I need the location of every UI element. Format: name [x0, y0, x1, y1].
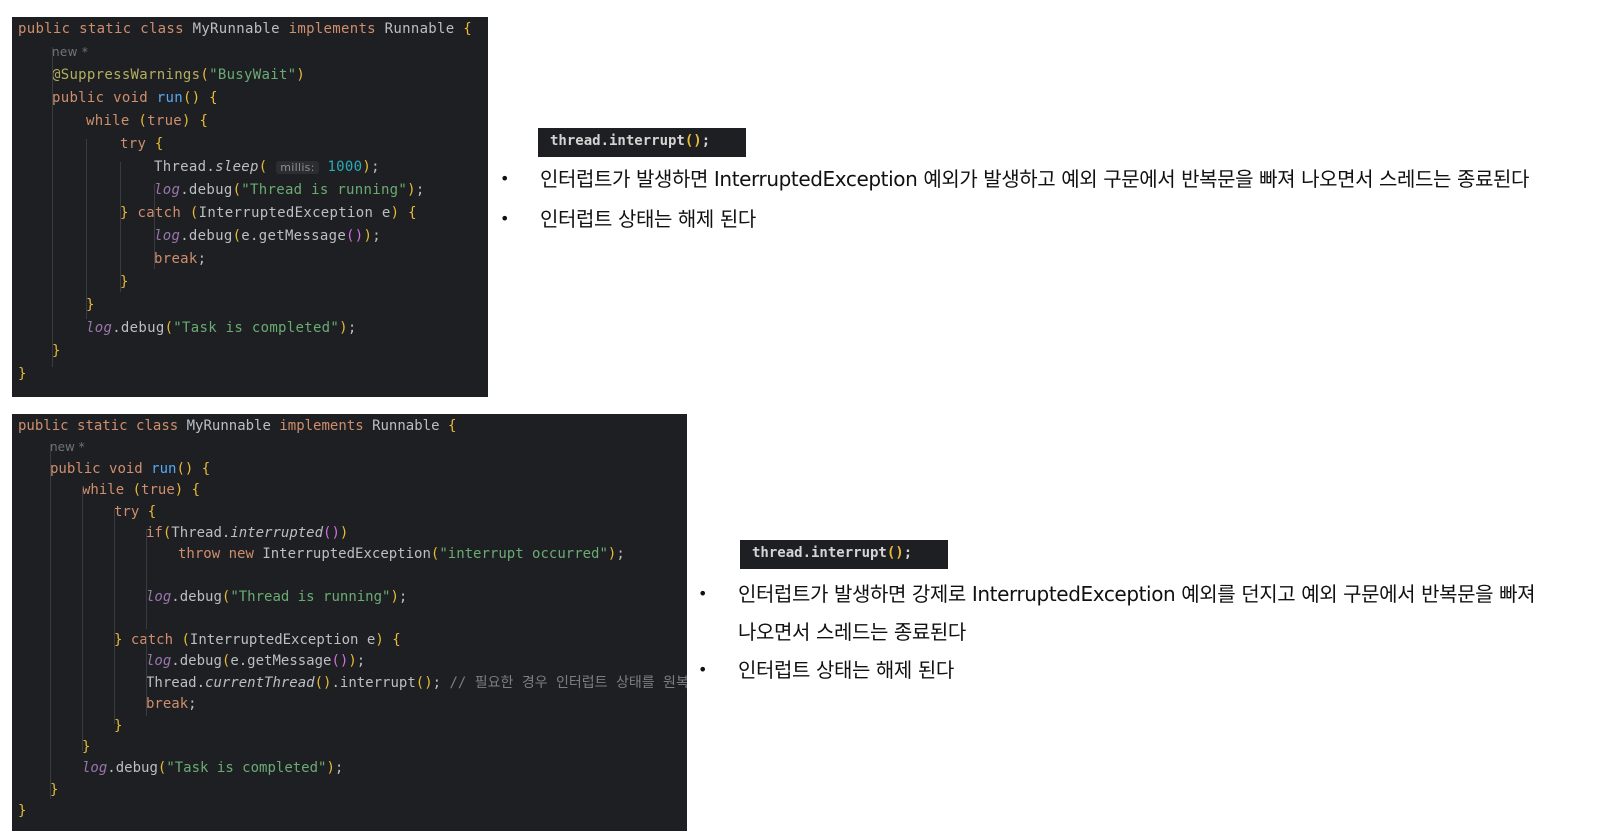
code-line: while (true) { [86, 113, 209, 129]
code-editor-1: public static class MyRunnable implement… [12, 17, 488, 397]
bullet-dot-icon: • [500, 169, 510, 188]
bullet-text: 인터럽트가 발생하면 InterruptedException 예외가 발생하고… [540, 167, 1529, 191]
indent-guide [146, 529, 147, 629]
code-line: log.debug(e.getMessage()); [154, 228, 381, 244]
code-line: } catch (InterruptedException e) { [114, 632, 401, 648]
indent-guide [154, 184, 155, 269]
code-line: try { [114, 503, 157, 520]
code-line: if(Thread.interrupted()) [146, 525, 349, 541]
code-line: Thread.currentThread().interrupt(); // 필… [146, 674, 687, 691]
code-line: throw new InterruptedException("interrup… [178, 546, 625, 563]
bullet-dot-icon: • [698, 584, 708, 603]
bullet-text: 인터럽트 상태는 해제 된다 [738, 658, 954, 682]
code-line: log.debug("Thread is running"); [154, 182, 425, 198]
indent-guide [146, 636, 147, 716]
indent-guide [52, 47, 53, 367]
code-line: new * [52, 45, 89, 59]
indent-guide [50, 444, 51, 799]
code-line: while (true) { [82, 482, 201, 499]
code-line: log.debug("Thread is running"); [146, 589, 408, 606]
code-line: break; [154, 251, 207, 267]
code-line: } [82, 739, 91, 755]
indent-guide [120, 162, 121, 292]
code-line: public static class MyRunnable implement… [18, 418, 457, 434]
code-line: } [52, 343, 61, 359]
interrupt-snippet-1: thread.interrupt(); [538, 128, 746, 157]
indent-guide [86, 139, 87, 319]
code-line: public void run() { [50, 460, 211, 477]
code-line: try { [120, 136, 164, 152]
code-editor-2: public static class MyRunnable implement… [12, 414, 687, 831]
code-line: new * [50, 440, 85, 455]
code-line: log.debug("Task is completed"); [82, 760, 344, 777]
code-line: break; [146, 696, 197, 713]
indent-guide [82, 486, 83, 751]
bullet-text: 인터럽트 상태는 해제 된다 [540, 207, 756, 231]
bullet-text: 나오면서 스레드는 종료된다 [738, 620, 966, 644]
code-line: public static class MyRunnable implement… [18, 21, 472, 37]
code-line: Thread.sleep( millis: 1000); [154, 159, 380, 175]
code-line: } [86, 297, 95, 313]
code-line: log.debug("Task is completed"); [86, 320, 357, 336]
indent-guide [114, 509, 115, 724]
code-line: public void run() { [52, 90, 218, 106]
bullet-text: 인터럽트가 발생하면 강제로 InterruptedException 예외를 … [738, 582, 1536, 606]
bullet-dot-icon: • [500, 209, 510, 228]
code-line: @SuppressWarnings("BusyWait") [52, 67, 306, 83]
code-line: } [18, 366, 27, 382]
code-line: } [50, 781, 59, 798]
code-line: } [114, 717, 123, 734]
code-line: log.debug(e.getMessage()); [146, 653, 366, 670]
code-line: } [18, 803, 27, 820]
interrupt-snippet-2: thread.interrupt(); [740, 540, 948, 569]
code-line: } [120, 274, 129, 290]
code-line: } catch (InterruptedException e) { [120, 205, 417, 221]
bullet-dot-icon: • [698, 660, 708, 679]
